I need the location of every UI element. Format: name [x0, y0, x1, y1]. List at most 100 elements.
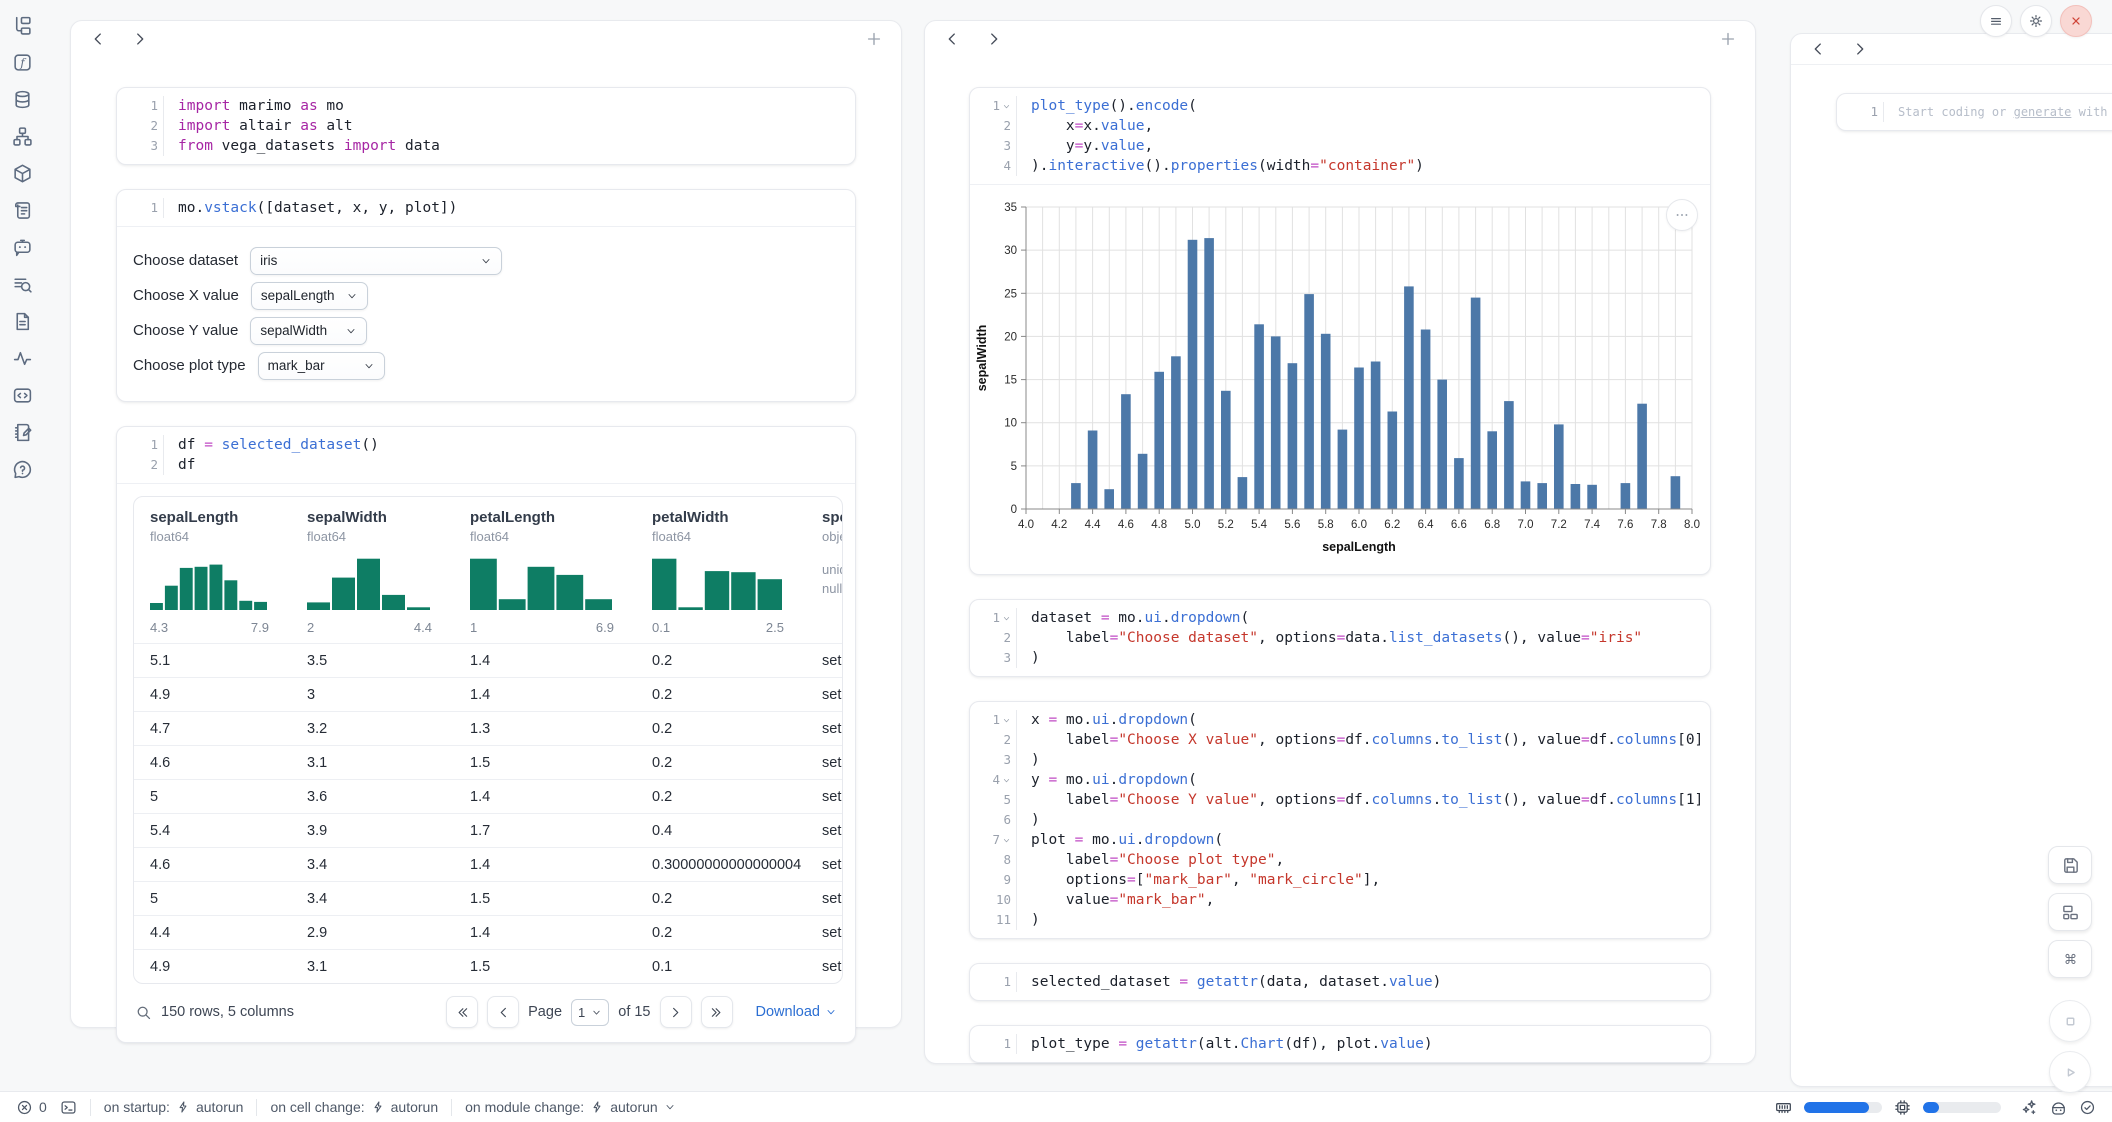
dropdown-choose-plot-type[interactable]: mark_bar	[258, 352, 385, 380]
line-number: 4	[970, 156, 1016, 176]
dataframe-table: sepalLengthfloat644.37.9sepalWidthfloat6…	[133, 496, 843, 984]
sidebar-item-logs[interactable]	[11, 199, 33, 221]
runtime-config-2[interactable]: on cell change:autorun	[270, 1099, 438, 1115]
runtime-prefix: on module change:	[465, 1099, 584, 1115]
ai-sparkles-icon[interactable]	[2021, 1099, 2038, 1116]
first-page-button[interactable]	[446, 996, 478, 1028]
sidebar-item-documentation[interactable]	[11, 273, 33, 295]
collapse-right-icon[interactable]	[131, 30, 149, 48]
last-page-button[interactable]	[701, 996, 733, 1028]
run-button[interactable]	[2049, 1051, 2091, 1093]
next-page-button[interactable]	[660, 996, 692, 1028]
search-icon[interactable]	[135, 1004, 152, 1021]
dropdown-choose-y-value[interactable]: sepalWidth	[250, 317, 367, 345]
terminal-button[interactable]	[60, 1099, 77, 1116]
svg-text:6.0: 6.0	[1351, 519, 1367, 531]
table-cell: setosa	[806, 823, 842, 839]
collapse-left-icon[interactable]	[1809, 40, 1827, 58]
prev-page-button[interactable]	[487, 996, 519, 1028]
collapse-left-icon[interactable]	[89, 30, 107, 48]
chart-menu-button[interactable]	[1666, 199, 1698, 231]
sidebar-item-snippets[interactable]	[11, 310, 33, 332]
shortcuts-button[interactable]: ⌘	[2048, 940, 2092, 978]
sidebar-item-tracing[interactable]	[11, 347, 33, 369]
column-name[interactable]: sepalLength	[150, 509, 291, 526]
sidebar-item-file-explorer[interactable]	[11, 14, 33, 36]
code-editor[interactable]: 1234567891011x = mo.ui.dropdown( label="…	[970, 702, 1710, 938]
dropdown-choose-x-value[interactable]: sepalLength	[251, 282, 368, 310]
column-name[interactable]: sepalWidth	[307, 509, 454, 526]
altair-bar-chart[interactable]: 4.04.24.44.64.85.05.25.45.65.86.06.26.46…	[970, 193, 1710, 570]
table-cell: setosa	[806, 925, 842, 941]
sidebar-item-ai-chat[interactable]	[11, 236, 33, 258]
dropdown-choose-dataset[interactable]: iris	[250, 247, 502, 275]
column-dtype: float64	[150, 529, 291, 544]
copilot-icon[interactable]	[2050, 1099, 2067, 1116]
column-name[interactable]: petalWidth	[652, 509, 806, 526]
fold-caret-icon[interactable]	[1002, 836, 1011, 845]
line-number: 11	[970, 910, 1016, 930]
svg-text:7.8: 7.8	[1651, 519, 1667, 531]
lightning-icon	[590, 1100, 604, 1114]
code-editor[interactable]: 12df = selected_dataset()df	[117, 427, 855, 483]
errors-indicator[interactable]: 0	[16, 1099, 47, 1116]
range-min: 2	[307, 620, 314, 635]
line-number-gutter: 123	[117, 96, 163, 156]
sidebar-item-help[interactable]	[11, 458, 33, 480]
svg-text:35: 35	[1004, 202, 1017, 214]
table-cell: 1.4	[454, 653, 636, 669]
table-cell: 0.2	[636, 789, 806, 805]
collapse-right-icon[interactable]	[985, 30, 1003, 48]
code-editor[interactable]: 1234plot_type().encode( x=x.value, y=y.v…	[970, 88, 1710, 184]
table-row: 4.73.21.30.2setosa	[134, 711, 842, 745]
save-button[interactable]	[2048, 846, 2092, 884]
code-editor[interactable]: 1plot_type = getattr(alt.Chart(df), plot…	[970, 1026, 1710, 1062]
cpu-usage-bar	[1923, 1102, 2001, 1113]
chevron-down-icon	[664, 1101, 676, 1113]
shutdown-button[interactable]	[2060, 5, 2092, 37]
table-cell: 2.9	[291, 925, 454, 941]
runtime-prefix: on startup:	[104, 1099, 170, 1115]
fold-caret-icon[interactable]	[1002, 614, 1011, 623]
interrupt-button[interactable]	[2049, 1000, 2091, 1042]
page-select[interactable]: 1	[571, 999, 609, 1026]
fold-caret-icon[interactable]	[1002, 716, 1011, 725]
code-editor[interactable]: 1mo.vstack([dataset, x, y, plot])	[117, 190, 855, 226]
add-cell-icon[interactable]	[865, 30, 883, 48]
svg-text:5.8: 5.8	[1318, 519, 1334, 531]
collapse-left-icon[interactable]	[943, 30, 961, 48]
runtime-config-1[interactable]: on startup:autorun	[104, 1099, 244, 1115]
column-name[interactable]: petalLength	[470, 509, 636, 526]
svg-text:6.8: 6.8	[1484, 519, 1500, 531]
code-line: plot_type().encode(	[1031, 96, 1710, 116]
chevron-down-icon	[345, 325, 357, 337]
sidebar-item-dependencies[interactable]	[11, 125, 33, 147]
fold-caret-icon[interactable]	[1002, 102, 1011, 111]
code-editor[interactable]: 123dataset = mo.ui.dropdown( label="Choo…	[970, 600, 1710, 676]
table-cell: 3.6	[291, 789, 454, 805]
runtime-config-3[interactable]: on module change:autorun	[465, 1099, 676, 1115]
code-lines: x = mo.ui.dropdown( label="Choose X valu…	[1016, 710, 1710, 930]
column-name[interactable]: species	[822, 509, 842, 526]
download-button[interactable]: Download	[756, 1004, 838, 1020]
connection-status-icon[interactable]	[2079, 1099, 2096, 1116]
sidebar-item-scratchpad[interactable]	[11, 421, 33, 443]
settings-button[interactable]	[2020, 5, 2052, 37]
code-editor[interactable]: 123import marimo as moimport altair as a…	[117, 88, 855, 164]
collapse-right-icon[interactable]	[1851, 40, 1869, 58]
sidebar-item-variables[interactable]: f	[11, 51, 33, 73]
code-editor[interactable]: 1selected_dataset = getattr(data, datase…	[970, 964, 1710, 1000]
app-layout-button[interactable]	[2048, 893, 2092, 931]
fold-caret-icon[interactable]	[1002, 776, 1011, 785]
sidebar-item-outline[interactable]	[11, 384, 33, 406]
sidebar-item-datasources[interactable]	[11, 88, 33, 110]
svg-text:5: 5	[1011, 461, 1017, 473]
line-number: 2	[117, 116, 163, 136]
svg-text:5.0: 5.0	[1185, 519, 1201, 531]
sidebar-item-packages[interactable]	[11, 162, 33, 184]
code-editor[interactable]: 1Start coding or generate with AI	[1837, 94, 2112, 130]
add-cell-icon[interactable]	[1719, 30, 1737, 48]
table-cell: setosa	[806, 891, 842, 907]
menu-button[interactable]	[1980, 5, 2012, 37]
svg-text:20: 20	[1004, 331, 1017, 343]
